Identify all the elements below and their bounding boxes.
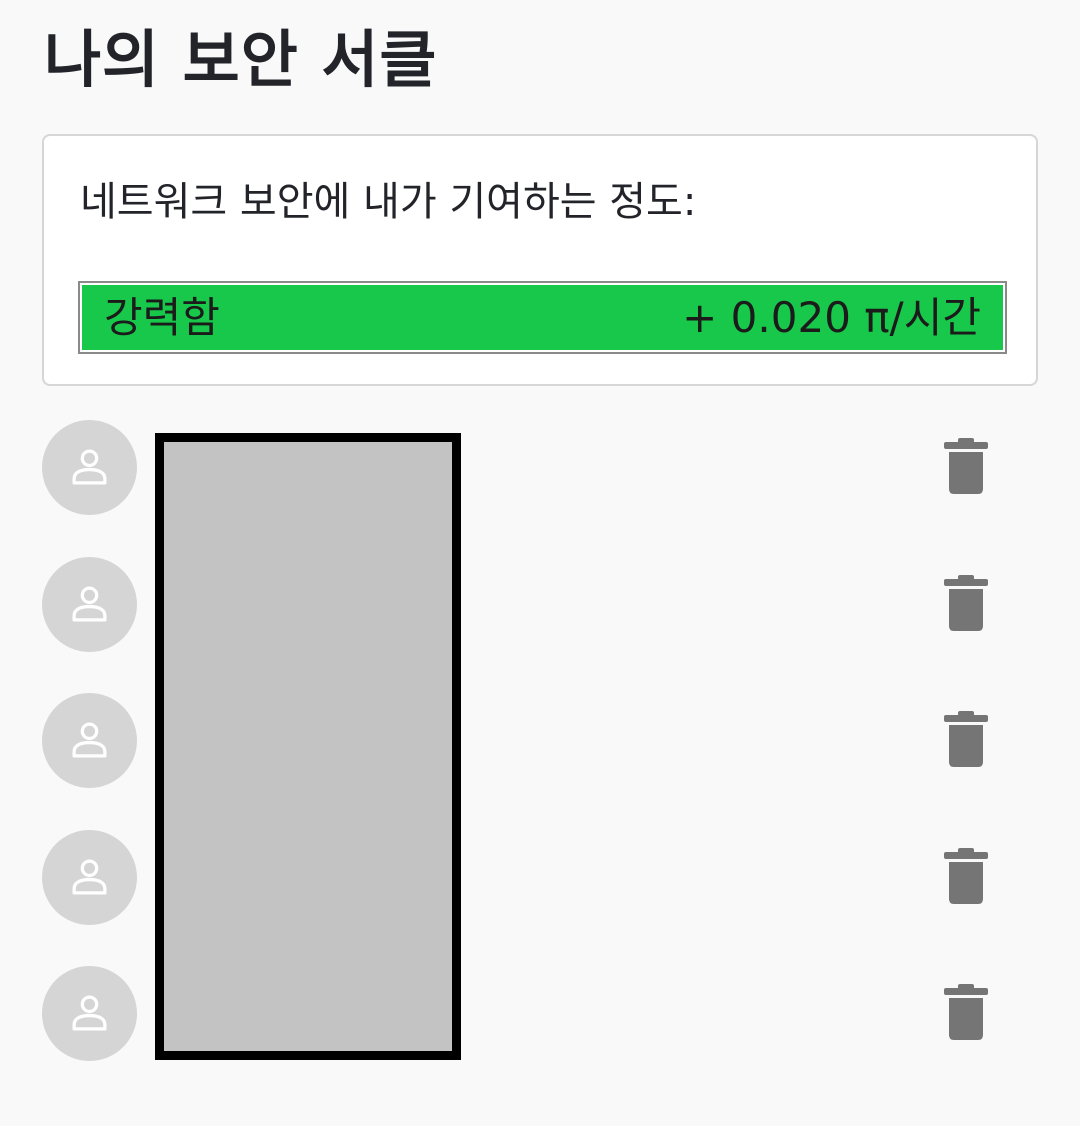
trash-icon[interactable] [942,984,990,1040]
strength-bar: 강력함 + 0.020 π/시간 [78,281,1007,354]
trash-icon[interactable] [942,847,990,904]
avatar [42,829,137,925]
avatar [42,693,137,788]
avatar [42,966,137,1061]
trash-icon[interactable] [942,438,990,494]
avatar [42,556,137,652]
trash-icon[interactable] [942,574,990,631]
strength-label: 강력함 [104,293,220,342]
page-title: 나의 보안 서클 [44,23,438,96]
contribution-card: 네트워크 보안에 내가 기여하는 정도: 강력함 + 0.020 π/시간 [42,134,1038,386]
mining-rate: + 0.020 π/시간 [682,293,981,342]
avatar [42,420,137,515]
trash-icon[interactable] [942,711,990,767]
redacted-member-names [155,433,461,1060]
contribution-heading: 네트워크 보안에 내가 기여하는 정도: [80,179,697,225]
